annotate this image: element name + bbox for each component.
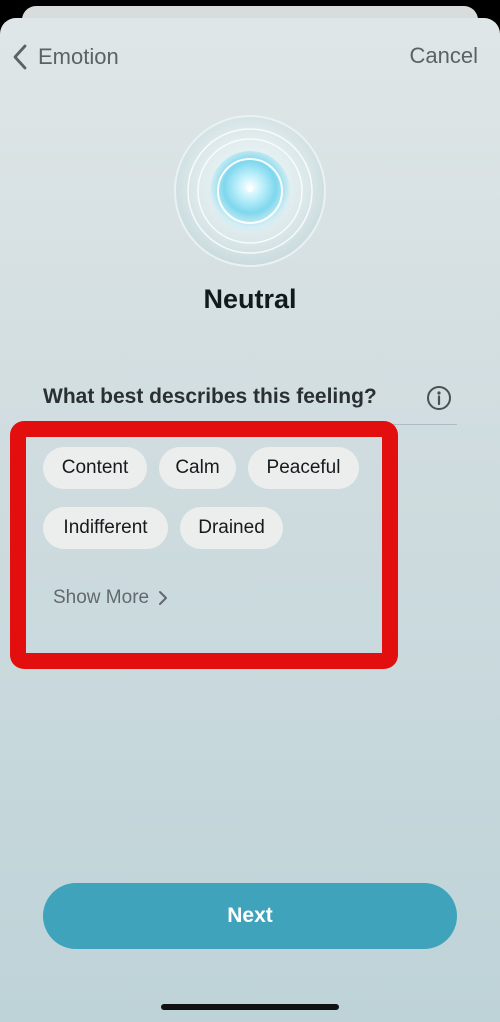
highlight-box [10, 421, 398, 669]
chevron-left-icon [13, 44, 27, 70]
home-indicator [161, 1004, 339, 1010]
next-button[interactable]: Next [43, 883, 457, 949]
back-button[interactable]: Emotion [10, 40, 119, 74]
cancel-button[interactable]: Cancel [410, 43, 478, 69]
question-label: What best describes this feeling? [43, 385, 377, 408]
info-icon[interactable] [426, 385, 452, 411]
back-label: Emotion [38, 44, 119, 69]
emotion-title: Neutral [203, 284, 297, 314]
emotion-sheet: Emotion Cancel Neutral What best describ… [0, 18, 500, 1022]
emotion-orb-icon [174, 115, 326, 267]
